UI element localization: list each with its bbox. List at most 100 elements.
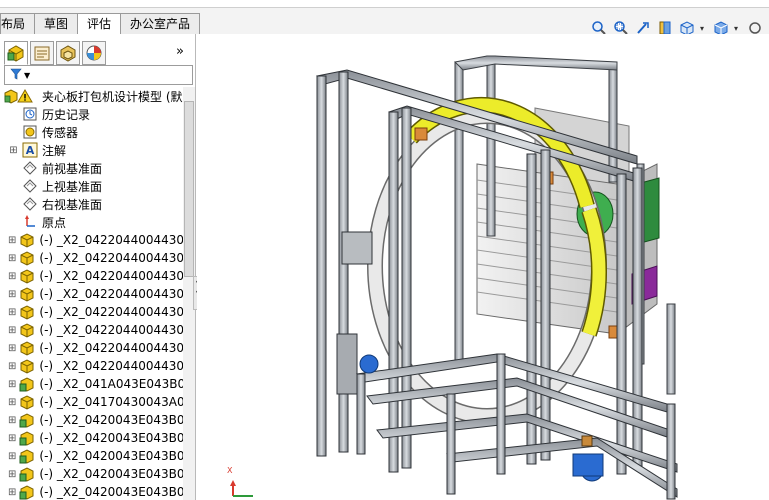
sensor-icon <box>22 124 38 140</box>
display-style-dropdown-icon[interactable]: ▾ <box>734 24 742 33</box>
history-icon <box>22 106 38 122</box>
ribbon-top-strip <box>0 0 769 8</box>
tree-item-label: 原点 <box>42 215 67 230</box>
part-icon <box>19 304 35 320</box>
tab-layout[interactable]: 布局 <box>0 13 36 34</box>
tree-item-label: 传感器 <box>42 125 79 140</box>
tree-root-label: 夹心板打包机设计模型 (默 <box>42 87 183 105</box>
panel-more-button[interactable]: » <box>176 44 184 59</box>
tree-item-label: (-) _X2_0422044004430 <box>39 269 184 283</box>
tree-item[interactable]: ⊞ (-) _X2_0422044004430 <box>0 231 184 249</box>
svg-text:A: A <box>26 144 35 157</box>
expand-icon[interactable]: ⊞ <box>8 433 16 444</box>
tree-item[interactable]: ⊞ (-) _X2_0422044004430 <box>0 303 184 321</box>
expand-icon[interactable]: ⊞ <box>8 307 16 318</box>
tree-item[interactable]: ⊞ (-) _X2_041A043E043B0 <box>0 375 184 393</box>
tree-item[interactable]: ⊞ (-) _X2_0420043E043B0 <box>0 483 184 500</box>
assembly-icon <box>19 466 35 482</box>
tree-item[interactable]: ⊞ (-) _X2_0420043E043B0 <box>0 447 184 465</box>
tree-item[interactable]: ⊞ (-) _X2_0422044004430 <box>0 285 184 303</box>
tree-item[interactable]: ⊞ (-) _X2_0422044004430 <box>0 249 184 267</box>
expand-icon[interactable]: ⊞ <box>8 361 16 372</box>
tree-filter[interactable]: ▼ <box>4 65 193 85</box>
filter-dropdown-icon: ▼ <box>24 70 31 80</box>
tree-item[interactable]: ⊞ (-) _X2_0422044004430 <box>0 267 184 285</box>
tab-sketch[interactable]: 草图 <box>34 13 79 34</box>
tree-item[interactable]: ⊞ (-) _X2_0420043E043B0 <box>0 429 184 447</box>
graphics-area[interactable]: X <box>197 34 769 500</box>
part-icon <box>19 340 35 356</box>
tree-item[interactable]: 前视基准面 <box>0 159 184 177</box>
assembly-icon <box>19 430 35 446</box>
expand-icon[interactable]: ⊞ <box>8 325 16 336</box>
tree-item[interactable]: 历史记录 <box>0 105 184 123</box>
tree-item-label: (-) _X2_04170430043A0 <box>39 395 184 409</box>
tree-item-label: 前视基准面 <box>42 161 103 176</box>
plane-icon <box>22 160 38 176</box>
expand-icon[interactable]: ⊞ <box>8 289 16 300</box>
tree-item[interactable]: ⊞ (-) _X2_0422044004430 <box>0 321 184 339</box>
expand-icon[interactable]: ⊞ <box>8 145 19 156</box>
feature-manager-panel: » ▼ 夹心板打包机设计模型 (默 历史记录 传感器 ⊞ A 注解 前视基准面 上视基准面右… <box>0 34 196 500</box>
tree-item-label: (-) _X2_041A043E043B0 <box>39 377 184 391</box>
plane-icon <box>22 178 38 194</box>
tree-root[interactable]: 夹心板打包机设计模型 (默 <box>0 87 184 105</box>
part-icon <box>19 358 35 374</box>
part-icon <box>19 322 35 338</box>
tree-item[interactable]: ⊞ A 注解 <box>0 141 184 159</box>
expand-icon[interactable]: ⊞ <box>8 415 16 426</box>
part-icon <box>19 232 35 248</box>
expand-icon[interactable]: ⊞ <box>8 343 16 354</box>
expand-icon[interactable]: ⊞ <box>8 271 16 282</box>
tree-item-label: (-) _X2_0422044004430 <box>39 359 184 373</box>
display-manager-icon[interactable] <box>82 41 106 65</box>
tree-item-label: (-) _X2_0422044004430 <box>39 287 184 301</box>
part-icon <box>19 394 35 410</box>
expand-icon[interactable]: ⊞ <box>8 379 16 390</box>
tree-item[interactable]: 右视基准面 <box>0 195 184 213</box>
part-icon <box>19 286 35 302</box>
tree-item-label: (-) _X2_0420043E043B0 <box>39 449 184 463</box>
expand-icon[interactable]: ⊞ <box>8 235 16 246</box>
tree-item-label: (-) _X2_0422044004430 <box>39 323 184 337</box>
tree-item[interactable]: ⊞ (-) _X2_04170430043A0 <box>0 393 184 411</box>
tree-item-label: (-) _X2_0420043E043B0 <box>39 431 184 445</box>
tree-item[interactable]: ⊞ (-) _X2_0420043E043B0 <box>0 465 184 483</box>
annotation-icon: A <box>22 142 38 158</box>
filter-icon <box>10 68 22 83</box>
panel-tabs <box>4 41 106 65</box>
scrollbar-thumb[interactable] <box>184 101 194 277</box>
tree-item-label: (-) _X2_0420043E043B0 <box>39 413 184 427</box>
feature-manager-icon[interactable] <box>4 41 28 65</box>
expand-icon[interactable]: ⊞ <box>8 397 16 408</box>
view-orientation-dropdown-icon[interactable]: ▾ <box>700 24 708 33</box>
tab-evaluate[interactable]: 评估 <box>77 13 122 35</box>
coordinate-triad: X <box>227 466 267 500</box>
tree-item[interactable]: 传感器 <box>0 123 184 141</box>
tree-item[interactable]: 原点 <box>0 213 184 231</box>
expand-icon[interactable]: ⊞ <box>8 469 16 480</box>
tree-item-label: 右视基准面 <box>42 197 103 212</box>
tree-item[interactable]: ⊞ (-) _X2_0420043E043B0 <box>0 411 184 429</box>
expand-icon[interactable]: ⊞ <box>8 487 16 498</box>
tree-item[interactable]: ⊞ (-) _X2_0422044004430 <box>0 339 184 357</box>
assembly-icon <box>19 448 35 464</box>
part-icon <box>19 268 35 284</box>
warning-assembly-icon <box>4 88 38 104</box>
property-manager-icon[interactable] <box>30 41 54 65</box>
tree-item-label: (-) _X2_0422044004430 <box>39 251 184 265</box>
tree-item-label: (-) _X2_0420043E043B0 <box>39 485 184 499</box>
configuration-manager-icon[interactable] <box>56 41 80 65</box>
expand-icon[interactable]: ⊞ <box>8 451 16 462</box>
tree-item[interactable]: ⊞ (-) _X2_0422044004430 <box>0 357 184 375</box>
assembly-icon <box>19 412 35 428</box>
tree-item[interactable]: 上视基准面 <box>0 177 184 195</box>
tab-office-products[interactable]: 办公室产品 <box>120 13 201 34</box>
expand-icon[interactable]: ⊞ <box>8 253 16 264</box>
part-icon <box>19 250 35 266</box>
